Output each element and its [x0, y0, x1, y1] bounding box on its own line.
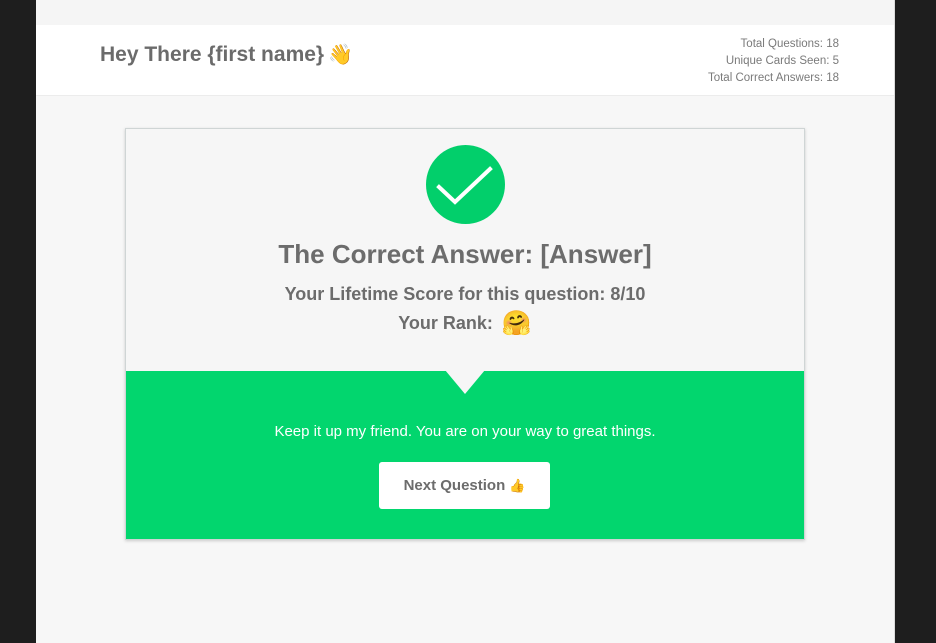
stats-panel: Total Questions: 18 Unique Cards Seen: 5…	[708, 36, 839, 87]
thumbs-up-icon: 👍	[509, 477, 526, 493]
hugging-face-emoji-icon: 🤗	[501, 310, 532, 337]
lifetime-score-text: Your Lifetime Score for this question: 8…	[284, 284, 646, 304]
correct-answer-title: The Correct Answer: [Answer]	[278, 239, 652, 269]
greeting-heading: Hey There {first name} 👋	[100, 42, 353, 67]
stat-total-questions: Total Questions: 18	[740, 38, 839, 50]
encouragement-message: Keep it up my friend. You are on your wa…	[274, 423, 656, 440]
next-question-button[interactable]: Next Question 👍	[379, 462, 550, 509]
greeting-text: Hey There {first name}	[100, 43, 325, 66]
rank-line: Your Rank: 🤗	[126, 309, 804, 338]
panel-notch	[445, 370, 485, 394]
stat-unique-cards: Unique Cards Seen: 5	[725, 55, 839, 67]
page-edge	[894, 0, 895, 643]
stat-total-correct: Total Correct Answers: 18	[707, 72, 839, 84]
page-container: Hey There {first name} 👋 Total Questions:…	[36, 0, 894, 643]
top-strip	[36, 0, 894, 25]
rank-label: Your Rank:	[398, 313, 493, 333]
waving-hand-icon: 👋	[328, 44, 353, 66]
checkmark-icon	[426, 145, 505, 224]
next-question-label: Next Question	[403, 477, 506, 494]
result-card: The Correct Answer: [Answer] Your Lifeti…	[125, 128, 805, 540]
feedback-panel: Keep it up my friend. You are on your wa…	[126, 370, 804, 539]
